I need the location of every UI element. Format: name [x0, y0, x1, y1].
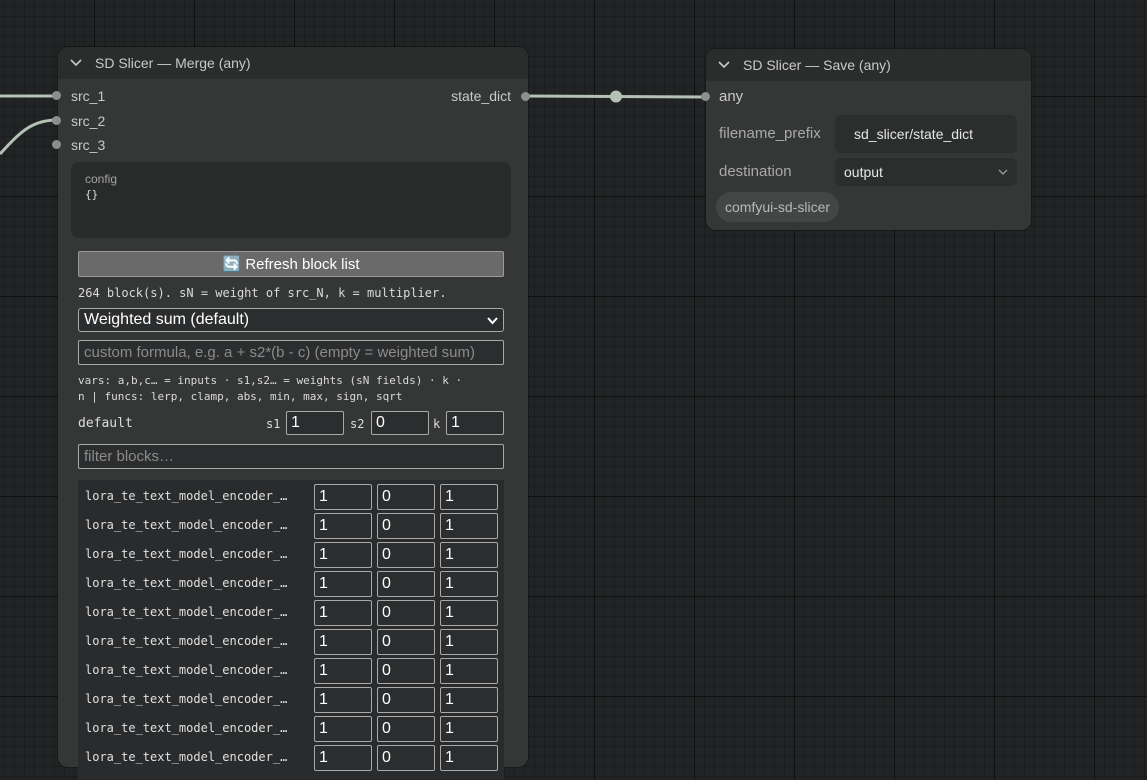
block-s2-input[interactable]: 0: [377, 658, 435, 684]
chevron-down-icon: [998, 169, 1008, 175]
config-widget[interactable]: config {}: [71, 162, 511, 238]
block-row: lora_te_text_model_encoder_… 1 0 1: [78, 743, 504, 772]
merge-node-header[interactable]: SD Slicer — Merge (any): [58, 47, 528, 79]
block-k-input[interactable]: 1: [440, 745, 498, 771]
block-name: lora_te_text_model_encoder_…: [85, 692, 288, 706]
block-row: lora_te_text_model_encoder_… 1 0 1: [78, 685, 504, 714]
block-name: lora_te_text_model_encoder_…: [85, 489, 288, 503]
block-s1-input[interactable]: 1: [314, 600, 372, 626]
filter-blocks-input[interactable]: filter blocks…: [78, 444, 504, 469]
block-s2-input[interactable]: 0: [377, 716, 435, 742]
block-s2-input[interactable]: 0: [377, 745, 435, 771]
block-s2-input[interactable]: 0: [377, 513, 435, 539]
any-input-label: any: [719, 88, 744, 105]
chevron-down-icon[interactable]: [69, 47, 83, 79]
merge-mode-value: Weighted sum (default): [84, 311, 250, 328]
block-name: lora_te_text_model_encoder_…: [85, 605, 288, 619]
block-s2-input[interactable]: 0: [377, 571, 435, 597]
config-value[interactable]: {}: [85, 188, 98, 201]
src-2-input-dot[interactable]: [52, 116, 61, 125]
state-dict-output-dot[interactable]: [521, 92, 530, 101]
block-s1-input[interactable]: 1: [314, 716, 372, 742]
block-row: lora_te_text_model_encoder_… 1 0 1: [78, 511, 504, 540]
state-dict-output-label: state_dict: [451, 88, 511, 104]
default-k-label: k: [433, 417, 441, 431]
block-k-input[interactable]: 1: [440, 687, 498, 713]
block-s1-input[interactable]: 1: [314, 484, 372, 510]
block-name: lora_te_text_model_encoder_…: [85, 634, 288, 648]
default-s2-label: s2: [350, 417, 365, 431]
wire-midpoint-handle[interactable]: [610, 90, 622, 103]
filename-prefix-label: filename_prefix: [719, 125, 821, 142]
default-k-input[interactable]: 1: [446, 411, 504, 435]
block-s2-input[interactable]: 0: [377, 484, 435, 510]
src-2-input-label: src_2: [71, 113, 106, 129]
default-s1-input[interactable]: 1: [286, 411, 344, 435]
block-row: lora_te_text_model_encoder_… 1 0 1: [78, 656, 504, 685]
block-row: lora_te_text_model_encoder_… 1 0 1: [78, 482, 504, 511]
block-k-input[interactable]: 1: [440, 542, 498, 568]
block-list[interactable]: lora_te_text_model_encoder_… 1 0 1 lora_…: [78, 480, 504, 780]
block-s1-input[interactable]: 1: [314, 513, 372, 539]
block-k-input[interactable]: 1: [440, 484, 498, 510]
chevron-down-icon[interactable]: [717, 49, 731, 81]
src-3-input-dot[interactable]: [52, 140, 61, 149]
block-name: lora_te_text_model_encoder_…: [85, 547, 288, 561]
destination-label: destination: [719, 163, 792, 180]
vars-help-line-1: vars: a,b,c… = inputs · s1,s2… = weights…: [78, 374, 463, 387]
block-row: lora_te_text_model_encoder_… 1 0 1: [78, 569, 504, 598]
merge-node[interactable]: SD Slicer — Merge (any) src_1 src_2 src_…: [52, 47, 530, 780]
src-3-input-label: src_3: [71, 137, 106, 153]
block-s2-input[interactable]: 0: [377, 600, 435, 626]
default-s2-input[interactable]: 0: [371, 411, 429, 435]
block-k-input[interactable]: 1: [440, 600, 498, 626]
block-name: lora_te_text_model_encoder_…: [85, 721, 288, 735]
block-row: lora_te_text_model_encoder_… 1 0 1: [78, 598, 504, 627]
block-row: lora_te_text_model_encoder_… 1 0 1: [78, 540, 504, 569]
block-name: lora_te_text_model_encoder_…: [85, 518, 288, 532]
save-node-header[interactable]: SD Slicer — Save (any): [706, 49, 1031, 81]
block-s1-input[interactable]: 1: [314, 658, 372, 684]
default-s1-label: s1: [266, 417, 281, 431]
merge-mode-select[interactable]: Weighted sum (default): [78, 308, 504, 332]
save-node-title: SD Slicer — Save (any): [743, 57, 891, 73]
block-name: lora_te_text_model_encoder_…: [85, 663, 288, 677]
save-node[interactable]: SD Slicer — Save (any) any filename_pref…: [701, 49, 1031, 230]
refresh-block-list-button[interactable]: 🔄 Refresh block list: [78, 251, 504, 277]
block-s2-input[interactable]: 0: [377, 542, 435, 568]
default-row-label: default: [78, 416, 133, 431]
block-s2-input[interactable]: 0: [377, 629, 435, 655]
block-s1-input[interactable]: 1: [314, 542, 372, 568]
destination-value: output: [844, 164, 883, 180]
vars-help-line-2: n | funcs: lerp, clamp, abs, min, max, s…: [78, 390, 403, 403]
node-source-tag: comfyui-sd-slicer: [716, 192, 840, 222]
custom-formula-input[interactable]: custom formula, e.g. a + s2*(b - c) (emp…: [78, 340, 504, 365]
block-k-input[interactable]: 1: [440, 629, 498, 655]
wire-state-dict[interactable]: [525, 94, 707, 99]
block-row: lora_te_text_model_encoder_… 1 0 1: [78, 627, 504, 656]
block-k-input[interactable]: 1: [440, 658, 498, 684]
block-k-input[interactable]: 1: [440, 513, 498, 539]
block-name: lora_te_text_model_encoder_…: [85, 576, 288, 590]
filename-prefix-input[interactable]: sd_slicer/state_dict: [835, 115, 1017, 153]
block-k-input[interactable]: 1: [440, 716, 498, 742]
block-s2-input[interactable]: 0: [377, 687, 435, 713]
block-k-input[interactable]: 1: [440, 571, 498, 597]
src-1-input-label: src_1: [71, 88, 106, 104]
destination-select[interactable]: output: [835, 158, 1017, 186]
wire-src-2[interactable]: [0, 118, 58, 156]
any-input-dot[interactable]: [701, 92, 710, 101]
src-1-input-dot[interactable]: [52, 91, 61, 100]
block-s1-input[interactable]: 1: [314, 745, 372, 771]
config-label: config: [85, 172, 118, 186]
merge-node-title: SD Slicer — Merge (any): [95, 55, 251, 71]
block-row: lora_te_text_model_encoder_… 1 0 1: [78, 714, 504, 743]
block-name: lora_te_text_model_encoder_…: [85, 750, 288, 764]
block-info-text: 264 block(s). sN = weight of src_N, k = …: [78, 286, 447, 300]
block-s1-input[interactable]: 1: [314, 571, 372, 597]
select-caret-icon: [487, 317, 498, 325]
block-s1-input[interactable]: 1: [314, 629, 372, 655]
block-s1-input[interactable]: 1: [314, 687, 372, 713]
